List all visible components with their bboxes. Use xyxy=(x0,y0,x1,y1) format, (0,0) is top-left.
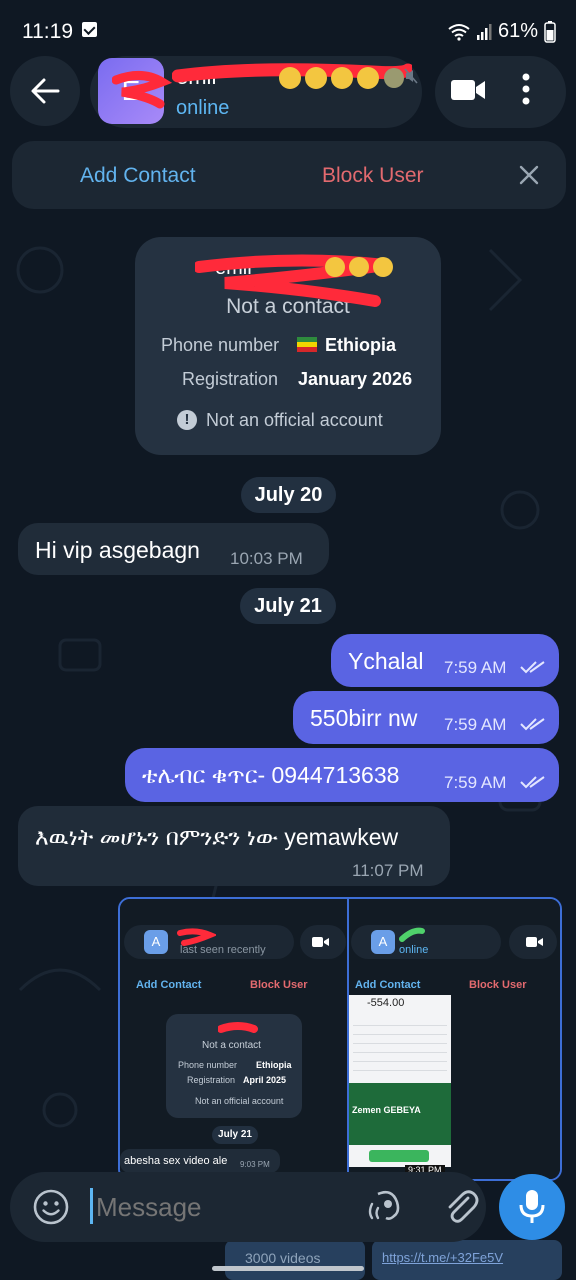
screenshot-left: A last seen recently Add Contact Block U… xyxy=(120,899,349,1179)
date-separator: July 21 xyxy=(212,1126,258,1144)
message-text: Ychalal xyxy=(348,648,424,674)
incoming-message[interactable]: Hi vip asgebagn 10:03 PM xyxy=(18,523,329,575)
receipt-amount: -554.00 xyxy=(367,997,405,1009)
text-cursor xyxy=(90,1188,93,1224)
official-label: Not an official account xyxy=(206,410,383,430)
message-text: እዉነት መሆኑን በምንድን ነው yemawkew xyxy=(35,824,399,850)
add-contact-label: Add Contact xyxy=(355,979,421,991)
message-input[interactable] xyxy=(94,1186,338,1228)
emoji-icon xyxy=(33,1189,69,1225)
message-text: abesha sex video ale xyxy=(124,1155,228,1167)
link-preview: https://t.me/+32Fe5V xyxy=(372,1240,562,1280)
phone-label: Phone number xyxy=(161,335,280,355)
redaction-scribble xyxy=(112,71,172,109)
block-user-label: Block User xyxy=(469,979,527,991)
message-time: 7:59 AM xyxy=(444,773,507,792)
phone-value: Ethiopia xyxy=(325,335,396,355)
registration-value: April 2025 xyxy=(243,1075,287,1085)
signal-icon xyxy=(476,23,492,40)
not-contact-label: Not a contact xyxy=(202,1040,261,1051)
bank-name: Zemen GEBEYA xyxy=(352,1105,421,1115)
message-text: 550birr nw xyxy=(310,705,418,731)
incoming-message[interactable]: እዉነት መሆኑን በምንድን ነው yemawkew 11:07 PM xyxy=(18,806,450,886)
registration-label: Registration xyxy=(187,1075,236,1085)
status-bar: 11:19 61% xyxy=(0,0,576,64)
redaction-scribble xyxy=(195,254,393,307)
close-bar-button[interactable] xyxy=(518,162,540,193)
more-vertical-icon xyxy=(522,73,530,105)
emoji-button[interactable] xyxy=(32,1188,70,1226)
back-button[interactable] xyxy=(10,56,80,126)
block-user-button[interactable]: Block User xyxy=(322,164,424,188)
message-time: 11:07 PM xyxy=(352,861,424,880)
message-text: ቴሌብር ቁጥር- 0944713638 xyxy=(142,762,400,788)
paperclip-icon xyxy=(448,1190,479,1223)
wifi-icon xyxy=(448,23,470,41)
registration-value: January 2026 xyxy=(298,369,413,389)
sticker-icon xyxy=(368,1190,400,1220)
contact-status: online xyxy=(399,944,429,956)
battery-icon xyxy=(544,20,556,43)
read-check-icon xyxy=(520,718,545,731)
registration-label: Registration xyxy=(182,369,279,389)
sticker-button[interactable] xyxy=(364,1186,404,1226)
message-time: 7:59 AM xyxy=(444,715,507,734)
message-time: 10:03 PM xyxy=(230,549,303,568)
screenshot-right: A online Add Contact Block User -554.00 … xyxy=(349,899,560,1179)
header-actions xyxy=(435,56,566,128)
media-caption: 3000 videos xyxy=(225,1240,365,1280)
mute-icon xyxy=(404,68,418,84)
outgoing-message[interactable]: Ychalal 7:59 AM xyxy=(331,634,559,687)
status-time: 11:19 xyxy=(22,20,73,43)
message-time: 9:03 PM xyxy=(240,1160,270,1169)
caption-text: 3000 videos xyxy=(245,1250,321,1266)
phone-label: Phone number xyxy=(178,1060,238,1070)
close-icon xyxy=(519,165,539,185)
read-check-icon xyxy=(520,776,545,789)
add-contact-button[interactable]: Add Contact xyxy=(80,164,196,188)
phone-value: Ethiopia xyxy=(256,1060,292,1070)
notification-check-icon xyxy=(82,22,97,37)
video-camera-icon xyxy=(451,80,485,100)
redaction-scribble xyxy=(399,927,425,942)
battery-percent: 61% xyxy=(497,20,538,42)
ethiopia-flag-icon xyxy=(297,337,317,352)
date-separator: July 20 xyxy=(241,477,336,513)
microphone-icon xyxy=(519,1190,545,1223)
receipt-image: -554.00 Zemen GEBEYA xyxy=(349,995,451,1167)
image-message[interactable]: A last seen recently Add Contact Block U… xyxy=(118,897,562,1181)
read-check-icon xyxy=(520,661,545,674)
video-camera-icon xyxy=(312,937,329,947)
home-indicator[interactable] xyxy=(212,1266,364,1271)
voice-record-button[interactable] xyxy=(499,1174,565,1240)
date-separator: July 21 xyxy=(240,588,336,624)
message-text: Hi vip asgebagn xyxy=(35,537,200,563)
outgoing-message[interactable]: ቴሌብር ቁጥር- 0944713638 7:59 AM xyxy=(125,748,559,802)
video-call-button[interactable] xyxy=(449,74,489,110)
message-input-bar xyxy=(10,1172,486,1242)
attach-button[interactable] xyxy=(440,1186,480,1226)
more-options-button[interactable] xyxy=(521,72,539,112)
arrow-left-icon xyxy=(31,78,60,104)
message-time: 7:59 AM xyxy=(444,658,507,677)
link-text: https://t.me/+32Fe5V xyxy=(382,1250,504,1265)
video-camera-icon xyxy=(526,937,543,947)
official-label: Not an official account xyxy=(195,1096,284,1106)
contact-info-card: Not a contact emir Phone number Ethiopia… xyxy=(135,237,441,455)
redaction-scribble xyxy=(218,1022,258,1033)
info-icon: ! xyxy=(177,410,197,430)
contact-status: online xyxy=(176,97,230,119)
add-contact-label: Add Contact xyxy=(136,979,202,991)
redaction-scribble xyxy=(172,63,412,89)
block-user-label: Block User xyxy=(250,979,308,991)
redaction-scribble xyxy=(177,928,216,946)
outgoing-message[interactable]: 550birr nw 7:59 AM xyxy=(293,691,559,744)
